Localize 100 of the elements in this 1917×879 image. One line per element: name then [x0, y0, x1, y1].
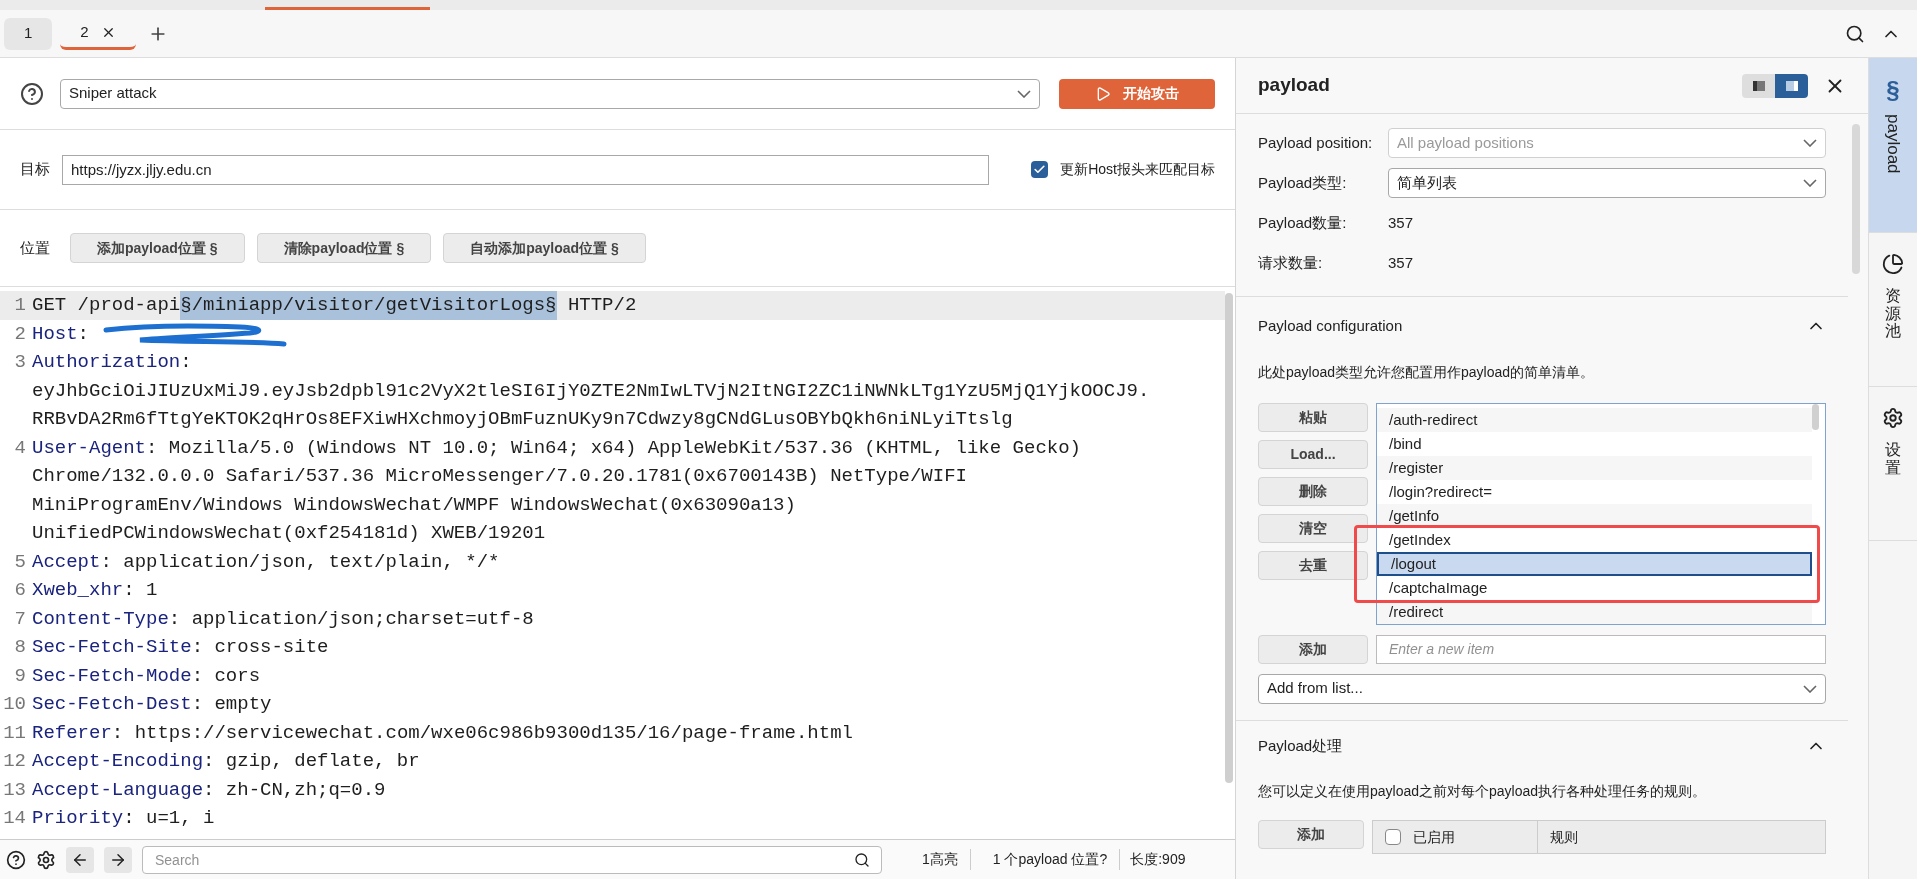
side-tab[interactable]: 设置 [1869, 387, 1917, 541]
payload-list-item[interactable]: /logout [1377, 551, 1812, 576]
checkbox[interactable] [1385, 829, 1401, 845]
side-tab-label: payload [1882, 114, 1904, 174]
header-colon: : [203, 749, 215, 774]
panel-title: payload [1258, 73, 1330, 98]
help-icon[interactable] [6, 849, 26, 870]
layout-right-button[interactable] [1775, 73, 1808, 98]
list-button[interactable]: 删除 [1258, 476, 1368, 506]
add-button[interactable]: 添加 [1258, 820, 1364, 849]
column-header: 规则 [1549, 827, 1579, 847]
line-number: 4 [13, 435, 27, 461]
payload-list-item[interactable]: /bind [1389, 435, 1422, 452]
field-label: Payload类型: [1258, 172, 1348, 193]
header-colon: : [123, 578, 135, 603]
scrollbar[interactable] [1812, 403, 1819, 430]
pie-chart-icon [1882, 253, 1904, 275]
field-value: 357 [1388, 212, 1414, 233]
length-label: 长度:909 [1130, 850, 1186, 869]
header-colon: : [123, 806, 135, 831]
scrollbar[interactable] [1225, 293, 1233, 783]
payload-list-item[interactable]: /login?redirect= [1389, 483, 1492, 500]
request-line-text: GET /prod-api [32, 293, 181, 318]
header-value: MiniProgramEnv/Windows WindowsWechat/WMPF WindowsWechat(0x63090a13) [32, 492, 796, 518]
header-value: 1 [145, 578, 158, 603]
chevron-down-icon [1803, 684, 1817, 693]
side-tab-label: 资源池 [1885, 287, 1901, 340]
check-icon [1033, 163, 1047, 176]
section-title: Payload处理 [1258, 735, 1343, 756]
header-colon: : [100, 549, 112, 575]
header-colon: : [191, 692, 204, 717]
layout-left-button[interactable] [1742, 73, 1775, 98]
header-name: Accept-Encoding [32, 749, 204, 774]
position-button[interactable]: 自动添加payload位置 § [443, 233, 646, 263]
header-value: Mozilla/5.0 (Windows NT 10.0; Win64; x64) AppleWebKit/537.36 (KHTML, like Gecko) [167, 435, 1081, 461]
header-value: UnifiedPCWindowsWechat(0xf254181d) XWEB/19201 [32, 521, 546, 546]
header-name: Referer [32, 720, 112, 746]
add-button[interactable]: 添加 [1258, 634, 1368, 664]
header-name: Authorization [32, 350, 181, 375]
settings-icon[interactable] [36, 849, 56, 870]
side-tab[interactable]: § payload [1869, 58, 1917, 233]
line-number: 1 [13, 293, 27, 318]
header-value: https://servicewechat.com/wxe06c986b9300d135/16/page-frame.html [133, 720, 853, 746]
new-item-field[interactable]: Enter a new item [1376, 634, 1826, 664]
header-value: zh-CN,zh;q=0.9 [224, 777, 386, 803]
header-value: RRBvDA2Rm6fTtgYeKTOK2qHrOs8EFXiwHXchmoyjOBmFuznUKy9n7Cdwzy8gCNdGLusOBYbQkh6niNLyiTtslg [32, 407, 1013, 432]
payload-select[interactable]: 简单列表 [1388, 168, 1826, 198]
header-value: gzip, deflate, br [224, 749, 420, 774]
section-description: 您可以定义在使用payload之前对每个payload执行各种处理任务的规则。 [1258, 782, 1708, 801]
payload-list[interactable]: /auth-redirect /bind /register /login?redirect= /getInfo /getIndex /logout /captchaImage /redirect [1376, 402, 1826, 625]
line-number: 3 [13, 350, 27, 375]
side-tab[interactable]: 资源池 [1869, 233, 1917, 387]
header-colon: : [191, 663, 204, 689]
header-name: Priority [32, 806, 124, 831]
line-number: 12 [2, 749, 27, 774]
header-colon: : [203, 777, 215, 803]
list-button[interactable]: 粘贴 [1258, 402, 1368, 432]
search-icon[interactable] [854, 851, 870, 868]
chevron-down-icon [1803, 139, 1817, 147]
payload-position-marker: §/miniapp/visitor/getVisitorLogs§ [180, 291, 557, 320]
attack-type-select[interactable]: Sniper attack [60, 78, 1040, 109]
payload-list-item[interactable]: /register [1389, 459, 1444, 476]
tab[interactable]: 1 [4, 17, 53, 50]
header-name: Host [32, 321, 78, 347]
search-icon[interactable] [1845, 23, 1865, 44]
target-field[interactable]: https://jyzx.jljy.edu.cn [62, 154, 989, 185]
line-number: 14 [2, 806, 27, 831]
payload-list-item[interactable]: /getIndex [1389, 531, 1451, 548]
header-colon: : [191, 635, 204, 660]
header-name: Sec-Fetch-Mode [32, 663, 192, 689]
add-from-list-select[interactable]: Add from list... [1258, 673, 1826, 704]
line-number: 8 [13, 635, 27, 660]
list-button[interactable]: Load... [1258, 439, 1368, 469]
help-icon[interactable] [20, 81, 44, 106]
header-colon: : [146, 435, 158, 461]
checkbox-label: 更新Host报头来匹配目标 [1060, 160, 1215, 179]
header-value: application/json, text/plain, */* [122, 549, 500, 575]
payload-list-item[interactable]: /auth-redirect [1389, 411, 1478, 428]
highlight-count: 1高亮 [922, 849, 971, 870]
line-number: 9 [13, 663, 27, 689]
line-number: 7 [13, 606, 27, 632]
header-name: Xweb_xhr [32, 578, 124, 603]
payload-list-item[interactable]: /getInfo [1389, 507, 1440, 524]
side-tab-label: 设置 [1885, 441, 1901, 477]
position-button[interactable]: 清除payload位置 § [256, 233, 432, 263]
positions-label: 位置 [20, 237, 50, 258]
header-colon: : [180, 350, 192, 375]
payload-list-item[interactable]: /captchaImage [1389, 579, 1488, 596]
header-colon: : [168, 606, 181, 632]
back-button[interactable] [66, 846, 94, 873]
list-button[interactable]: 清空 [1258, 513, 1368, 543]
checkbox[interactable] [1031, 161, 1049, 178]
header-name: Content-Type [32, 606, 169, 632]
search-field[interactable]: Search [142, 845, 882, 874]
payload-list-item[interactable]: /redirect [1389, 603, 1444, 620]
line-number: 11 [2, 720, 27, 746]
position-button[interactable]: 添加payload位置 § [70, 233, 245, 263]
forward-button[interactable] [104, 846, 132, 873]
list-button[interactable]: 去重 [1258, 550, 1368, 580]
scrollbar[interactable] [1852, 124, 1860, 274]
